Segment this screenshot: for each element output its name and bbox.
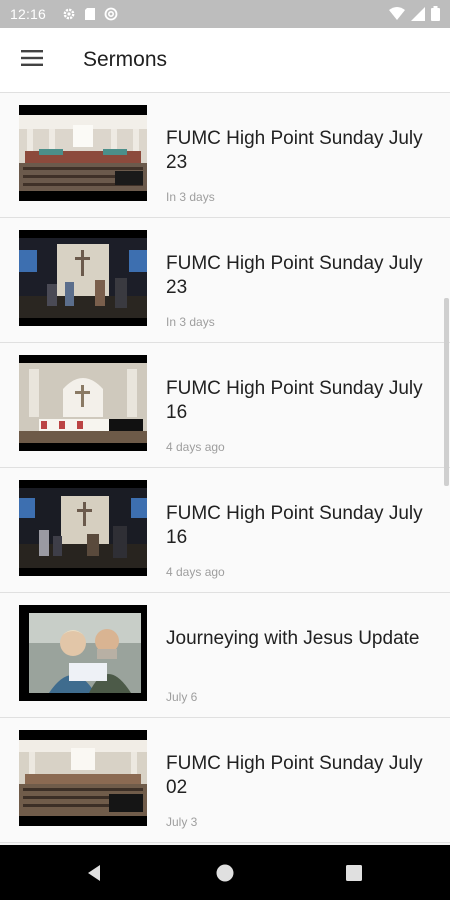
sermon-date: July 3 — [166, 815, 198, 829]
menu-button[interactable] — [10, 38, 54, 82]
sermon-list[interactable]: FUMC High Point Sunday July 23 In 3 days… — [0, 93, 450, 845]
gear-icon — [62, 7, 76, 21]
sermon-list-item[interactable]: FUMC High Point Sunday July 16 4 days ag… — [0, 468, 450, 593]
back-icon — [84, 865, 106, 888]
wifi-icon — [389, 6, 405, 21]
sanctuary-altar-thumbnail — [19, 355, 147, 451]
battery-icon — [431, 6, 440, 21]
sermon-date: In 3 days — [166, 190, 215, 204]
status-notification-icons — [62, 7, 118, 21]
recents-icon — [343, 865, 365, 888]
contemporary-stage-thumbnail — [19, 230, 147, 326]
sermon-title: FUMC High Point Sunday July 23 — [166, 128, 423, 173]
status-bar: 12:16 — [0, 0, 450, 28]
sermon-list-item[interactable]: FUMC High Point Sunday July 02 July 3 — [0, 718, 450, 843]
sermon-title: FUMC High Point Sunday July 23 — [166, 253, 423, 298]
status-system-icons — [389, 6, 440, 21]
sermon-title: FUMC High Point Sunday July 16 — [166, 378, 423, 423]
back-button[interactable] — [84, 862, 106, 884]
contemporary-stage-thumbnail — [19, 480, 147, 576]
sanctuary-wide-thumbnail — [19, 105, 147, 201]
sermon-list-item[interactable]: FUMC High Point Sunday July 23 In 3 days — [0, 93, 450, 218]
sermon-title: FUMC High Point Sunday July 16 — [166, 503, 423, 548]
sermon-date: July 6 — [166, 690, 198, 704]
signal-icon — [411, 6, 425, 21]
sermon-date: 4 days ago — [166, 440, 225, 454]
sermon-list-item[interactable]: Journeying with Jesus Update July 6 — [0, 593, 450, 718]
sermon-list-item[interactable]: FUMC High Point Sunday July 16 4 days ag… — [0, 343, 450, 468]
sermon-title: FUMC High Point Sunday July 02 — [166, 753, 423, 798]
status-time: 12:16 — [10, 6, 47, 22]
navigation-bar — [0, 845, 450, 900]
sermon-list-item[interactable]: FUMC High Point Sunday July 23 In 3 days — [0, 218, 450, 343]
sd-card-icon — [84, 7, 96, 21]
hamburger-menu-icon — [21, 49, 43, 71]
page-title: Sermons — [83, 48, 168, 71]
recents-button[interactable] — [343, 862, 365, 884]
home-icon — [214, 864, 236, 888]
scrollbar-thumb[interactable] — [444, 298, 449, 486]
sync-icon — [104, 7, 118, 21]
couple-video-thumbnail — [19, 605, 147, 701]
sermon-date: 4 days ago — [166, 565, 225, 579]
sermon-title: Journeying with Jesus Update — [166, 628, 420, 649]
app-bar: Sermons — [0, 28, 450, 93]
home-button[interactable] — [214, 862, 236, 884]
sermon-date: In 3 days — [166, 315, 215, 329]
sanctuary-wide-thumbnail — [19, 730, 147, 826]
